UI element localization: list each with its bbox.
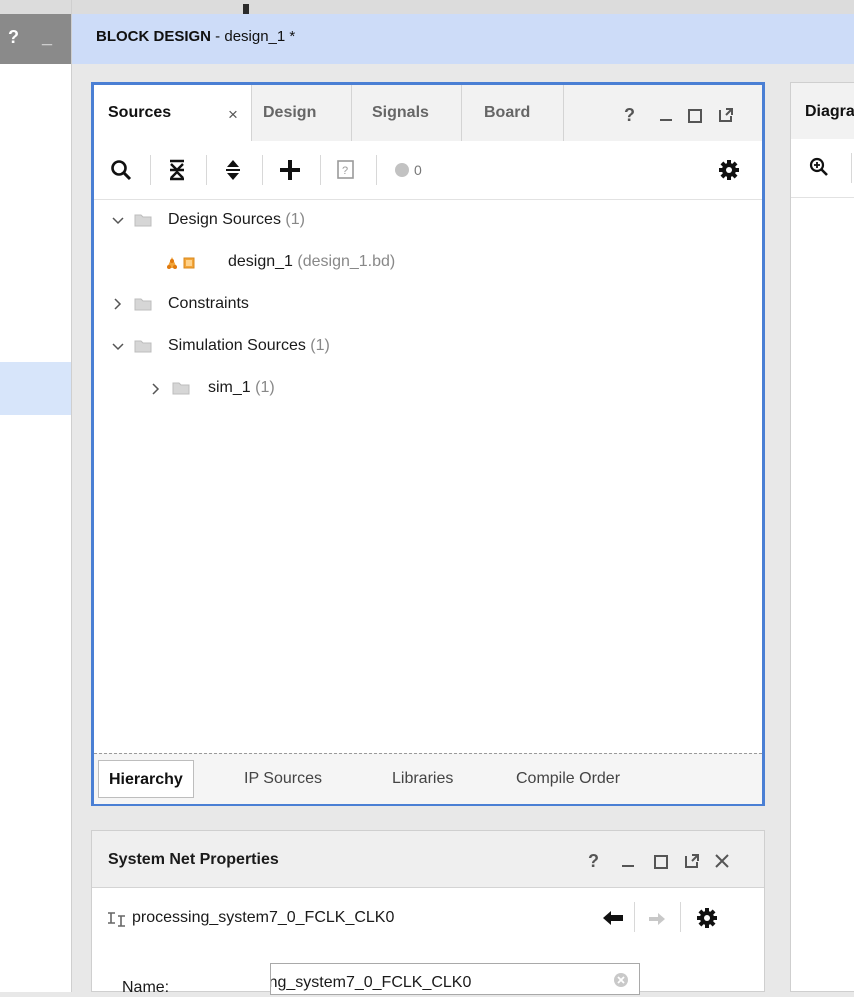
diagram-toolbar — [791, 139, 854, 198]
unknown-source-icon[interactable]: ? — [336, 159, 356, 181]
tab-diagram-label: Diagram — [805, 103, 854, 120]
collapse-all-icon[interactable] — [166, 159, 188, 181]
name-field-value: processing_system7_0_FCLK_CLK0 — [270, 974, 472, 991]
tab-signals-label: Signals — [372, 104, 429, 121]
folder-icon — [134, 213, 152, 227]
block-design-name: design_1 * — [224, 28, 296, 45]
tab-design-label: Design — [263, 104, 317, 121]
tab-sources-label: Sources — [108, 104, 172, 121]
zoom-in-icon[interactable] — [809, 157, 829, 177]
block-design-separator: - — [211, 28, 225, 45]
left-help-button[interactable]: ? — [8, 27, 19, 48]
tab-libraries[interactable]: Libraries — [392, 770, 453, 788]
search-icon[interactable] — [110, 159, 132, 181]
net-icon — [106, 910, 126, 928]
tree-item-file: (design_1.bd) — [292, 253, 396, 270]
block-design-title: BLOCK DESIGN - design_1 * — [96, 28, 295, 45]
properties-maximize-icon[interactable] — [654, 855, 668, 869]
toolbar-separator — [376, 155, 377, 185]
properties-minimize-icon[interactable] — [622, 865, 634, 867]
left-side-panel — [0, 0, 72, 992]
chevron-down-icon[interactable] — [112, 215, 124, 227]
tab-ip-sources[interactable]: IP Sources — [244, 770, 322, 788]
toolbar-separator — [851, 153, 852, 183]
sources-tab-row: Sources × Design Signals Board ? — [94, 85, 762, 141]
properties-help-button[interactable]: ? — [588, 851, 599, 872]
sources-maximize-icon[interactable] — [688, 109, 702, 123]
sources-float-icon[interactable] — [718, 107, 734, 123]
properties-title: System Net Properties — [108, 851, 279, 868]
toolbar-separator — [150, 155, 151, 185]
diagram-tab[interactable]: Diagram — [791, 83, 854, 139]
toolbar-separator — [262, 155, 263, 185]
system-net-properties-panel: System Net Properties ? processing_syste… — [91, 830, 765, 996]
diagram-panel: Diagram — [790, 82, 854, 992]
forward-arrow-icon[interactable] — [648, 912, 666, 926]
left-minimize-button[interactable]: _ — [42, 27, 52, 48]
chevron-right-icon[interactable] — [112, 298, 124, 310]
toolbar-separator — [680, 902, 681, 932]
svg-text:?: ? — [342, 165, 348, 177]
sources-toolbar: ? 0 — [94, 141, 762, 200]
chevron-right-icon[interactable] — [150, 383, 162, 395]
tab-board[interactable]: Board — [462, 85, 564, 141]
tree-item-label: Constraints — [168, 295, 249, 312]
tree-item-design-1[interactable]: design_1 (design_1.bd) — [228, 253, 395, 271]
tab-design[interactable]: Design — [252, 85, 352, 141]
left-selected-row[interactable] — [0, 362, 72, 415]
gear-icon[interactable] — [718, 159, 740, 181]
add-sources-icon[interactable] — [278, 158, 302, 182]
name-field[interactable]: processing_system7_0_FCLK_CLK0 — [270, 963, 640, 995]
sources-help-button[interactable]: ? — [624, 105, 635, 126]
net-name: processing_system7_0_FCLK_CLK0 — [132, 909, 395, 926]
tree-item-design-sources[interactable]: Design Sources (1) — [168, 211, 305, 229]
expand-all-icon[interactable] — [222, 159, 244, 181]
folder-icon — [134, 297, 152, 311]
tab-compile-order[interactable]: Compile Order — [516, 770, 620, 788]
properties-close-icon[interactable] — [714, 853, 730, 869]
top-strip — [72, 0, 854, 14]
left-divider — [71, 0, 72, 992]
net-row: processing_system7_0_FCLK_CLK0 — [92, 888, 764, 948]
chevron-down-icon[interactable] — [112, 341, 124, 353]
folder-icon — [134, 339, 152, 353]
tree-item-simulation-sources[interactable]: Simulation Sources (1) — [168, 337, 330, 355]
sources-view-tabs: Hierarchy IP Sources Libraries Compile O… — [94, 753, 762, 804]
left-top-bar — [0, 0, 72, 14]
tab-signals[interactable]: Signals — [352, 85, 462, 141]
gear-icon[interactable] — [696, 907, 718, 929]
tree-item-label: Design Sources — [168, 211, 281, 228]
toolbar-separator — [206, 155, 207, 185]
back-arrow-icon[interactable] — [602, 910, 624, 926]
tree-item-label: sim_1 — [208, 379, 251, 396]
block-design-label: BLOCK DESIGN — [96, 28, 212, 45]
properties-float-icon[interactable] — [684, 853, 700, 869]
tree-item-sim-1[interactable]: sim_1 (1) — [208, 379, 275, 397]
tab-board-label: Board — [484, 104, 531, 121]
tree-item-label: Simulation Sources — [168, 337, 306, 354]
tree-item-count: (1) — [305, 337, 330, 354]
tree-item-label: design_1 — [228, 253, 293, 270]
sources-minimize-icon[interactable] — [660, 119, 672, 121]
folder-icon — [172, 381, 190, 395]
tree-item-constraints[interactable]: Constraints — [168, 295, 249, 313]
sources-panel: Sources × Design Signals Board ? ? 0 Des… — [91, 82, 765, 806]
top-marker — [243, 4, 249, 14]
tab-sources-close-icon[interactable]: × — [228, 105, 238, 125]
toolbar-separator — [320, 155, 321, 185]
tree-item-count: (1) — [250, 379, 275, 396]
block-design-icon — [164, 255, 198, 271]
properties-header: System Net Properties ? — [92, 831, 764, 888]
status-dot-icon — [394, 162, 410, 178]
messages-count: 0 — [414, 162, 422, 178]
clear-field-icon[interactable] — [613, 972, 629, 988]
name-label: Name: — [122, 979, 170, 996]
toolbar-separator — [634, 902, 635, 932]
tab-hierarchy[interactable]: Hierarchy — [98, 760, 194, 798]
tree-item-count: (1) — [280, 211, 305, 228]
